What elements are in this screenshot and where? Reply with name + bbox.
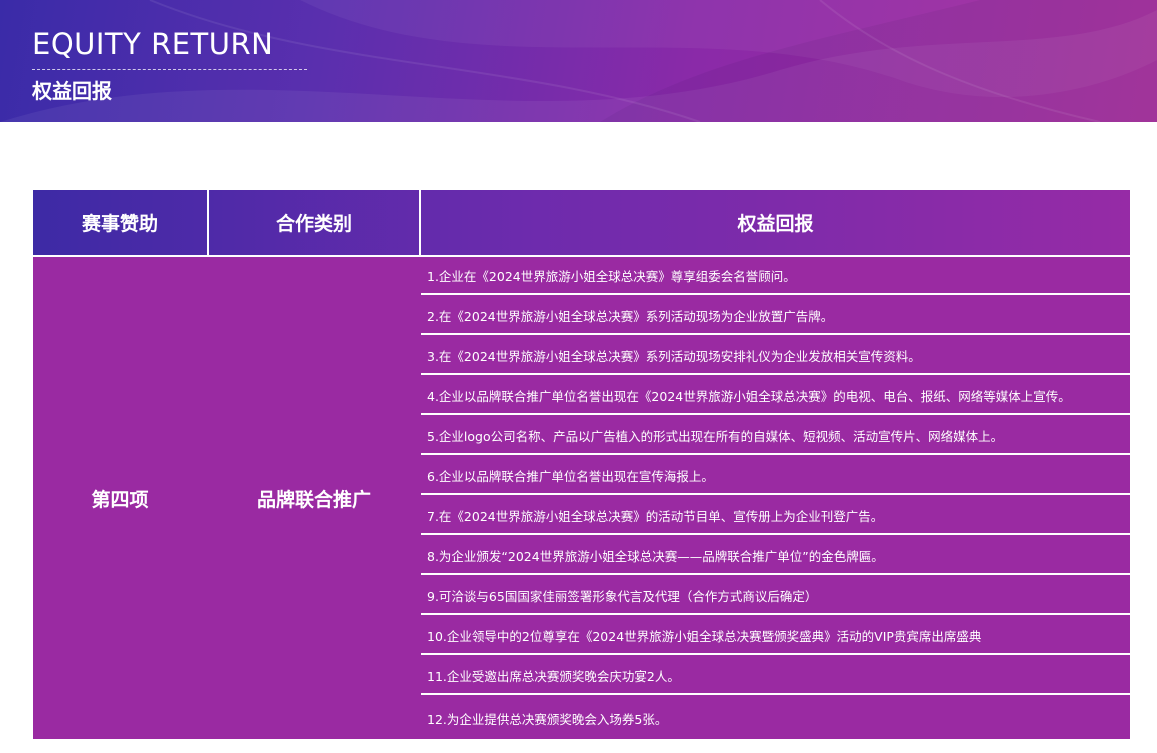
header-category: 合作类别: [275, 213, 352, 235]
benefit-row: 6.企业以品牌联合推广单位名誉出现在宣传海报上。: [421, 457, 1130, 495]
benefit-row: 4.企业以品牌联合推广单位名誉出现在《2024世界旅游小姐全球总决赛》的电视、电…: [421, 377, 1130, 415]
header-benefits: 权益回报: [737, 213, 814, 235]
benefit-row: 1.企业在《2024世界旅游小姐全球总决赛》尊享组委会名誉顾问。: [421, 257, 1130, 295]
banner-subtitle: 权益回报: [32, 79, 112, 103]
benefit-row: 7.在《2024世界旅游小姐全球总决赛》的活动节目单、宣传册上为企业刊登广告。: [421, 497, 1130, 535]
benefit-row: 10.企业领导中的2位尊享在《2024世界旅游小姐全球总决赛暨颁奖盛典》活动的V…: [421, 617, 1130, 655]
table-body: 第四项 品牌联合推广 1.企业在《2024世界旅游小姐全球总决赛》尊享组委会名誉…: [33, 257, 1130, 739]
header-banner: EQUITY RETURN 权益回报: [0, 0, 1157, 122]
table-header: 赛事赞助 合作类别 权益回报: [33, 190, 1130, 255]
benefit-row: 2.在《2024世界旅游小姐全球总决赛》系列活动现场为企业放置广告牌。: [421, 297, 1130, 335]
sponsor-level-cell: 第四项: [91, 488, 149, 511]
banner-title: EQUITY RETURN: [32, 27, 274, 61]
benefit-row: 11.企业受邀出席总决赛颁奖晚会庆功宴2人。: [421, 657, 1130, 695]
benefit-row: 9.可洽谈与65国国家佳丽签署形象代言及代理（合作方式商议后确定）: [421, 577, 1130, 615]
banner-divider: [32, 69, 307, 70]
benefit-row: 3.在《2024世界旅游小姐全球总决赛》系列活动现场安排礼仪为企业发放相关宣传资…: [421, 337, 1130, 375]
benefit-row: 12.为企业提供总决赛颁奖晚会入场券5张。: [427, 711, 668, 727]
benefit-list: 1.企业在《2024世界旅游小姐全球总决赛》尊享组委会名誉顾问。 2.在《202…: [421, 257, 1130, 739]
category-cell: 品牌联合推广: [256, 488, 371, 511]
benefit-row: 8.为企业颁发“2024世界旅游小姐全球总决赛——品牌联合推广单位”的金色牌匾。: [421, 537, 1130, 575]
benefits-table: 赛事赞助 合作类别 权益回报 第四项 品牌联合推广 1.企业在《2024世界旅游…: [33, 190, 1130, 739]
benefit-row: 5.企业logo公司名称、产品以广告植入的形式出现在所有的自媒体、短视频、活动宣…: [421, 417, 1130, 455]
header-sponsorship: 赛事赞助: [81, 213, 158, 235]
